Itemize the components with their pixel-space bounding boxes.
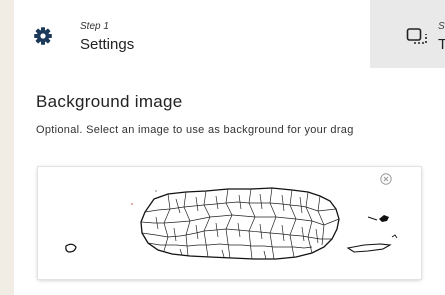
step-settings[interactable]: Step 1 Settings xyxy=(14,0,370,68)
step-title: Settings xyxy=(80,36,135,53)
close-circle-icon[interactable] xyxy=(380,172,392,185)
step-navigation: Step 1 Settings S T xyxy=(14,0,445,68)
step-2[interactable]: S T xyxy=(370,0,445,68)
step-number: S xyxy=(438,21,445,32)
section-title: Background image xyxy=(36,92,183,111)
step-number: Step 1 xyxy=(80,21,109,32)
settings-panel: Step 1 Settings S T Background image Opt… xyxy=(14,0,445,295)
layers-icon xyxy=(406,27,428,47)
gear-icon xyxy=(33,26,53,46)
map-image xyxy=(65,187,398,260)
background-image-preview[interactable] xyxy=(38,167,421,279)
step-title: T xyxy=(438,36,445,53)
section-description: Optional. Select an image to use as back… xyxy=(36,124,354,136)
